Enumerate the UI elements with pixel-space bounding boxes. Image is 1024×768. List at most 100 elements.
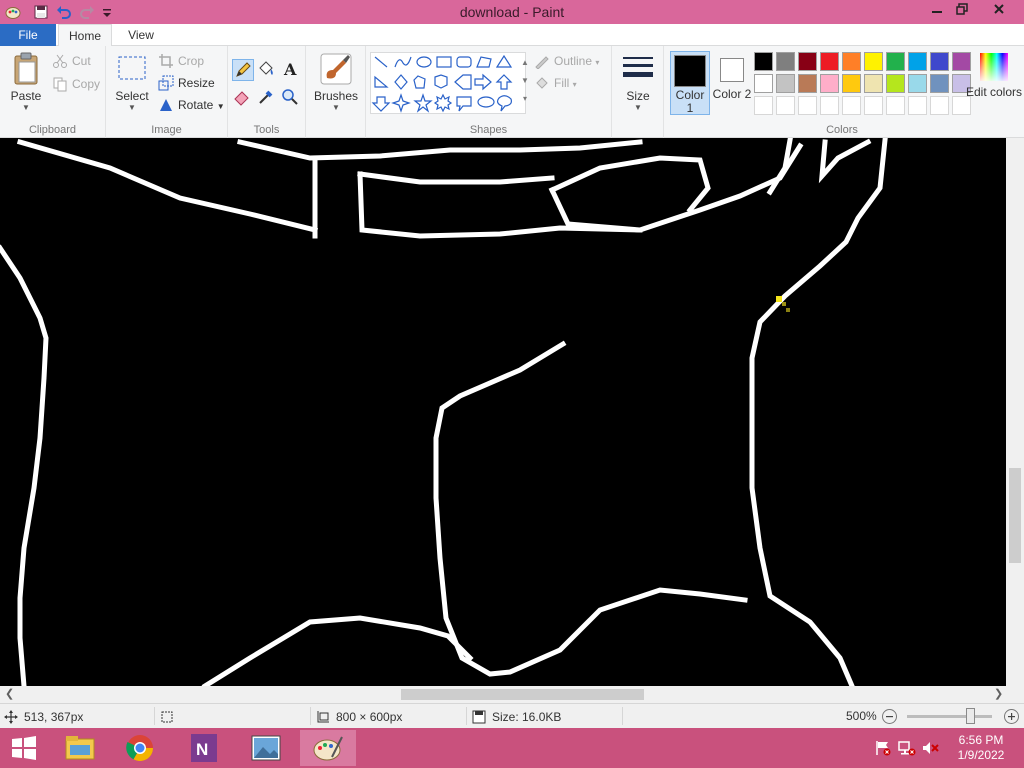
cut-button[interactable]: Cut — [52, 52, 91, 70]
palette-swatch[interactable] — [820, 74, 839, 93]
fill-tool[interactable] — [256, 59, 278, 81]
palette-custom-slot[interactable] — [908, 96, 927, 115]
start-button[interactable] — [0, 730, 48, 766]
minimize-icon — [932, 11, 942, 13]
crop-button[interactable]: Crop — [158, 52, 204, 70]
color-picker-tool[interactable] — [256, 87, 278, 109]
volume-muted-icon[interactable] — [922, 740, 940, 756]
shapes-gallery — [370, 52, 526, 114]
palette-swatch[interactable] — [930, 52, 949, 71]
restore-button[interactable] — [945, 0, 979, 22]
restore-icon — [956, 3, 968, 15]
colors-group-label: Colors — [826, 124, 858, 136]
copy-button[interactable]: Copy — [52, 75, 100, 93]
tools-group: A Tools — [228, 46, 306, 138]
palette-custom-slot[interactable] — [754, 96, 773, 115]
onenote-icon: N — [191, 734, 217, 762]
eraser-tool[interactable] — [232, 87, 254, 109]
action-center-flag-icon[interactable] — [874, 740, 892, 756]
palette-swatch[interactable] — [842, 74, 861, 93]
palette-swatch[interactable] — [798, 52, 817, 71]
palette-swatch[interactable] — [842, 52, 861, 71]
rotate-icon — [160, 99, 172, 111]
palette-swatch[interactable] — [952, 52, 971, 71]
brushes-button[interactable]: Brushes ▼ — [312, 52, 360, 112]
svg-text:A: A — [283, 60, 297, 79]
magnifier-tool[interactable] — [280, 87, 302, 109]
scroll-right-arrow[interactable]: ❯ — [994, 687, 1003, 700]
palette-swatch[interactable] — [798, 74, 817, 93]
palette-custom-slot[interactable] — [864, 96, 883, 115]
palette-swatch[interactable] — [930, 74, 949, 93]
palette-swatch[interactable] — [886, 74, 905, 93]
palette-swatch[interactable] — [908, 74, 927, 93]
scroll-left-arrow[interactable]: ❮ — [5, 687, 14, 700]
palette-swatch[interactable] — [754, 74, 773, 93]
zoom-slider-thumb[interactable] — [966, 708, 975, 724]
paint-taskbar[interactable] — [300, 730, 356, 766]
text-tool[interactable]: A — [280, 59, 302, 81]
brushes-label: Brushes — [313, 89, 359, 103]
outline-button[interactable]: Outline ▾ — [534, 52, 599, 70]
file-explorer-taskbar[interactable] — [52, 730, 108, 766]
network-icon[interactable] — [898, 740, 916, 756]
rotate-button[interactable]: Rotate ▼ — [158, 96, 225, 114]
palette-custom-slot[interactable] — [842, 96, 861, 115]
photos-taskbar[interactable] — [238, 730, 294, 766]
paste-button[interactable]: Paste ▼ — [6, 52, 46, 112]
outline-icon — [535, 56, 549, 69]
tab-home[interactable]: Home — [58, 24, 112, 47]
shapes-group-label: Shapes — [469, 124, 508, 136]
zoom-slider-track[interactable] — [907, 715, 992, 718]
size-button[interactable]: Size ▼ — [618, 52, 658, 112]
brushes-dropdown-arrow[interactable]: ▼ — [312, 103, 360, 112]
onenote-taskbar[interactable]: N — [176, 730, 232, 766]
canvas-size-text: 800 × 600px — [336, 710, 403, 724]
drawing-canvas[interactable] — [0, 138, 1006, 686]
shapes-scroll[interactable]: ▲ ▼ ▾ — [520, 54, 530, 112]
shapes-group: ▲ ▼ ▾ Outline ▾ Fill ▾ Shapes — [366, 46, 612, 138]
palette-swatch[interactable] — [864, 74, 883, 93]
size-label: Size — [626, 89, 650, 103]
shapes-icons — [371, 54, 513, 113]
vertical-scrollbar[interactable] — [1006, 138, 1024, 686]
select-dropdown-arrow[interactable]: ▼ — [112, 103, 152, 112]
canvas-drawing — [0, 138, 888, 686]
edit-colors-button[interactable]: Edit colors — [966, 51, 1022, 99]
palette-swatch[interactable] — [776, 52, 795, 71]
resize-label: Resize — [178, 76, 215, 90]
zoom-in-button[interactable] — [1004, 709, 1019, 724]
tab-view[interactable]: View — [116, 24, 166, 47]
pencil-tool[interactable] — [232, 59, 254, 81]
palette-swatch[interactable] — [754, 52, 773, 71]
paste-dropdown-arrow[interactable]: ▼ — [6, 103, 46, 112]
tab-file[interactable]: File — [0, 24, 56, 46]
palette-swatch[interactable] — [886, 52, 905, 71]
fill-button[interactable]: Fill ▾ — [534, 74, 577, 92]
horizontal-scrollbar[interactable]: ❮ ❯ — [0, 686, 1024, 703]
resize-button[interactable]: Resize — [158, 74, 215, 92]
system-clock[interactable]: 6:56 PM 1/9/2022 — [950, 733, 1012, 763]
palette-swatch[interactable] — [776, 74, 795, 93]
palette-custom-slot[interactable] — [886, 96, 905, 115]
horizontal-scroll-thumb[interactable] — [401, 689, 644, 700]
palette-swatch[interactable] — [864, 52, 883, 71]
color2-label: Color 2 — [712, 87, 752, 101]
rotate-dropdown-arrow[interactable]: ▼ — [217, 102, 225, 111]
palette-custom-slot[interactable] — [820, 96, 839, 115]
canvas-size-icon — [317, 711, 329, 723]
chrome-taskbar[interactable] — [112, 730, 168, 766]
palette-custom-slot[interactable] — [798, 96, 817, 115]
palette-custom-slot[interactable] — [776, 96, 795, 115]
zoom-out-button[interactable] — [882, 709, 897, 724]
vertical-scroll-thumb[interactable] — [1009, 468, 1021, 563]
palette-custom-slot[interactable] — [930, 96, 949, 115]
close-button[interactable] — [982, 0, 1016, 22]
palette-swatch[interactable] — [820, 52, 839, 71]
size-dropdown-arrow[interactable]: ▼ — [618, 103, 658, 112]
fill-label: Fill — [554, 76, 570, 90]
color1-button[interactable]: Color 1 — [670, 51, 710, 115]
color2-button[interactable]: Color 2 — [712, 51, 752, 115]
select-button[interactable]: Select ▼ — [112, 52, 152, 112]
palette-swatch[interactable] — [908, 52, 927, 71]
